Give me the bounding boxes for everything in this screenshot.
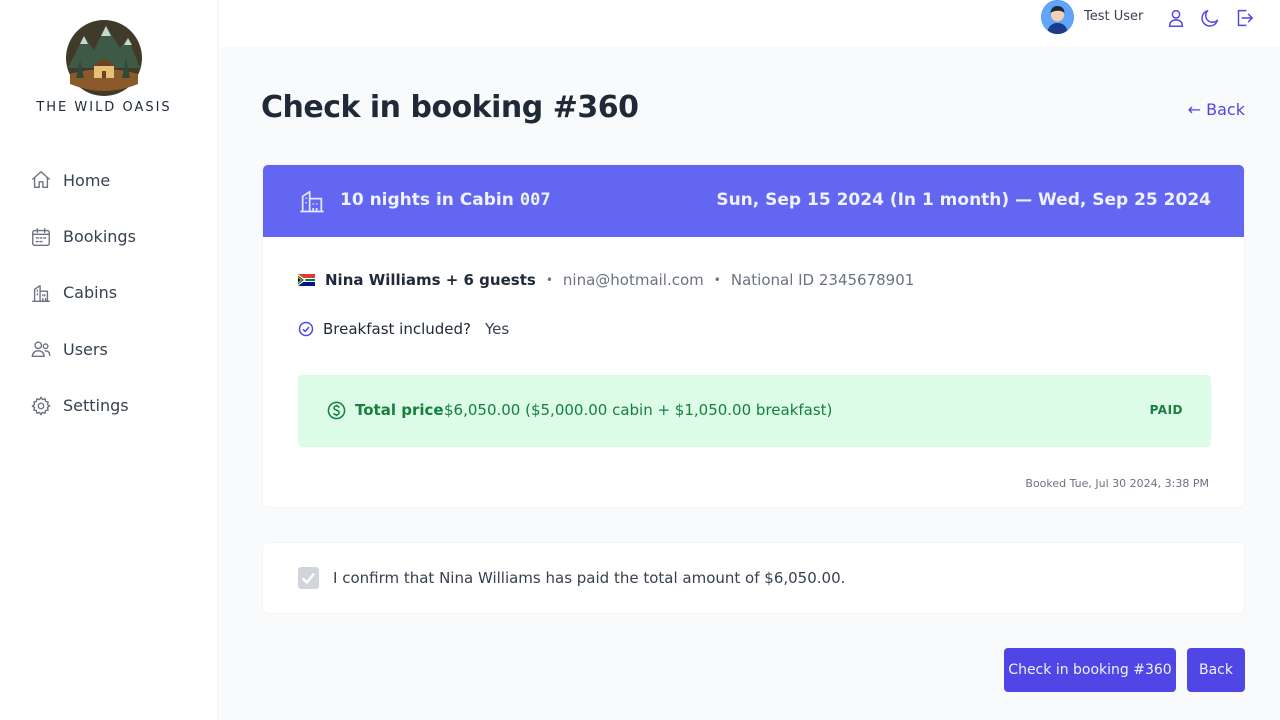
sidebar-item-settings[interactable]: Settings xyxy=(30,378,200,434)
total-price-value: $6,050.00 ($5,000.00 cabin + $1,050.00 b… xyxy=(444,401,833,419)
booking-dates: Sun, Sep 15 2024 (In 1 month) — Wed, Sep… xyxy=(716,190,1211,210)
sidebar-item-label: Home xyxy=(63,170,111,190)
cabin-number: 007 xyxy=(519,190,551,210)
booking-card: 10 nights in Cabin 007 Sun, Sep 15 2024 (… xyxy=(262,164,1245,508)
confirm-paid-label[interactable]: I confirm that Nina Williams has paid th… xyxy=(333,569,845,587)
total-price-label: Total price xyxy=(355,401,444,419)
guest-name: Nina Williams + 6 guests xyxy=(325,271,536,289)
sidebar-item-label: Cabins xyxy=(63,283,118,303)
total-price-box: Total price $6,050.00 ($5,000.00 cabin +… xyxy=(298,375,1211,447)
users-icon xyxy=(31,341,51,358)
moon-icon[interactable] xyxy=(1199,7,1221,29)
sidebar-item-bookings[interactable]: Bookings xyxy=(30,208,200,264)
confirm-paid-checkbox[interactable] xyxy=(298,567,319,589)
dollar-circle-icon xyxy=(327,401,346,420)
sidebar-item-label: Settings xyxy=(63,396,129,416)
national-id: National ID 2345678901 xyxy=(730,271,915,289)
user-icon[interactable] xyxy=(1165,7,1187,29)
booking-card-header: 10 nights in Cabin 007 Sun, Sep 15 2024 (… xyxy=(263,165,1244,237)
brand-name: THE WILD OASIS xyxy=(36,100,172,115)
separator: • xyxy=(713,273,721,287)
sidebar-item-label: Users xyxy=(63,339,108,359)
cabin-icon xyxy=(32,284,50,302)
south-africa-flag-icon xyxy=(298,274,315,286)
nights-summary: 10 nights in Cabin 007 xyxy=(340,190,551,210)
sidebar-nav: Home Bookings Cabins Users Settings xyxy=(30,164,200,434)
sidebar-item-label: Bookings xyxy=(63,227,136,247)
back-link[interactable]: ← Back xyxy=(1188,100,1245,119)
home-icon xyxy=(32,171,50,189)
back-button[interactable]: Back xyxy=(1187,648,1245,692)
guest-email: nina@hotmail.com xyxy=(562,271,704,289)
breakfast-value: Yes xyxy=(485,320,510,338)
nights-text: 10 nights in Cabin xyxy=(340,190,514,210)
calendar-icon xyxy=(32,227,50,246)
cabin-icon xyxy=(298,187,326,215)
page-title: Check in booking #360 xyxy=(261,90,639,125)
top-header: Test User xyxy=(219,0,1280,47)
check-in-button[interactable]: Check in booking #360 xyxy=(1004,648,1176,692)
separator: • xyxy=(545,273,553,287)
check-circle-icon xyxy=(298,321,314,337)
sidebar-item-users[interactable]: Users xyxy=(30,321,200,377)
sidebar: THE WILD OASIS Home Bookings Cabins User… xyxy=(0,0,218,720)
avatar[interactable] xyxy=(1041,0,1074,34)
booked-timestamp: Booked Tue, Jul 30 2024, 3:38 PM xyxy=(1025,477,1209,490)
logo xyxy=(64,18,144,98)
breakfast-row: Breakfast included? Yes xyxy=(298,320,509,338)
breakfast-label: Breakfast included? xyxy=(323,320,472,338)
status-badge: PAID xyxy=(1149,403,1183,417)
logout-icon[interactable] xyxy=(1233,7,1255,29)
sidebar-item-home[interactable]: Home xyxy=(30,152,200,208)
sidebar-item-cabins[interactable]: Cabins xyxy=(30,265,200,321)
guest-row: Nina Williams + 6 guests • nina@hotmail.… xyxy=(298,271,914,289)
gear-icon xyxy=(31,396,51,416)
confirm-payment-card: I confirm that Nina Williams has paid th… xyxy=(262,542,1245,614)
username: Test User xyxy=(1084,9,1144,24)
